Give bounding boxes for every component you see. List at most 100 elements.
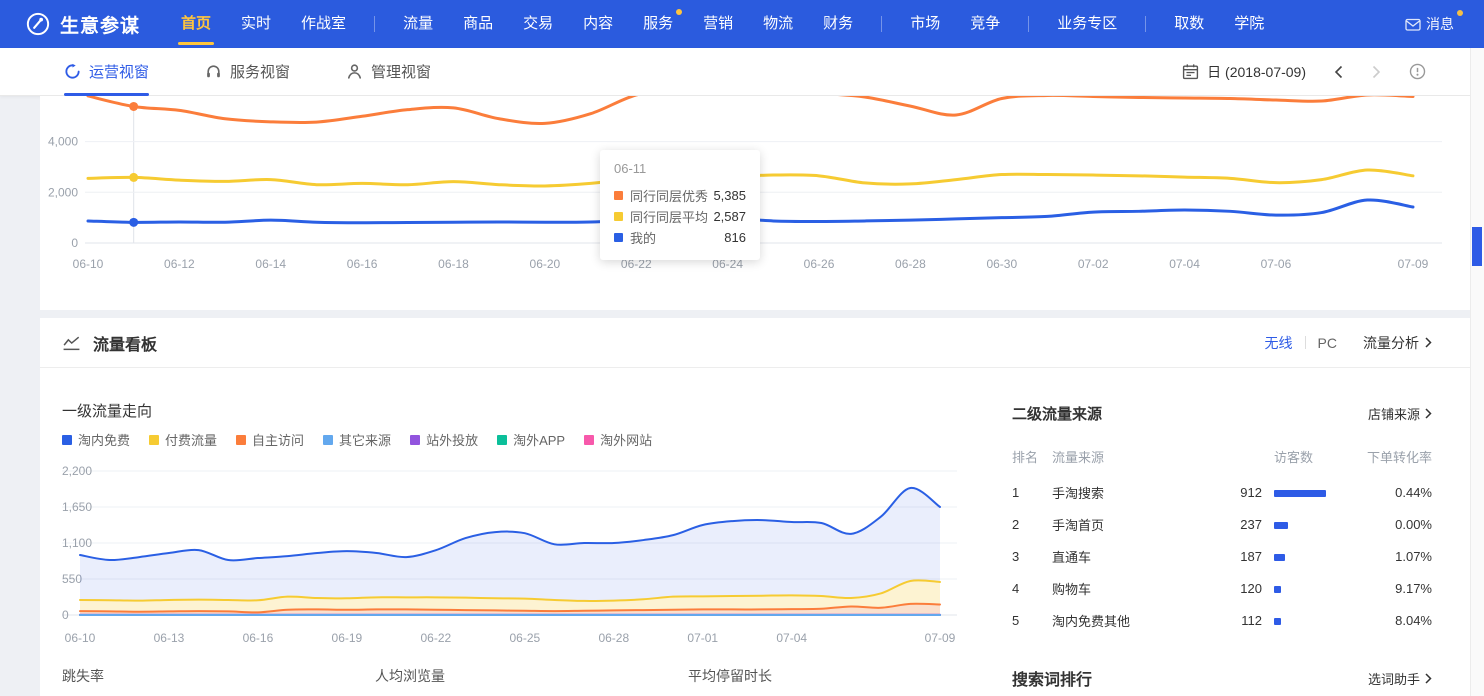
tooltip-row: 同行同层平均 2,587 bbox=[614, 206, 746, 227]
channel-toggle-wireless[interactable]: 无线 bbox=[1265, 333, 1293, 353]
nav-item-market[interactable]: 市场 bbox=[895, 0, 955, 48]
nav-divider bbox=[1028, 16, 1029, 32]
svg-text:07-09: 07-09 bbox=[1398, 257, 1429, 271]
nav-item-service[interactable]: 服务 bbox=[628, 0, 688, 48]
svg-text:06-14: 06-14 bbox=[255, 257, 286, 271]
source-cell: 手淘搜索 bbox=[1052, 483, 1202, 502]
sync-icon bbox=[64, 63, 81, 80]
tab-operation-view[interactable]: 运营视窗 bbox=[64, 48, 149, 96]
col-header-rank: 排名 bbox=[1012, 447, 1052, 466]
nav-item-trade[interactable]: 交易 bbox=[508, 0, 568, 48]
industry-comparison-card: 02,0004,00006-1006-1206-1406-1606-1806-2… bbox=[40, 96, 1470, 310]
scrollbar-track[interactable] bbox=[1470, 48, 1484, 696]
legend-item-external-app[interactable]: 淘外APP bbox=[497, 430, 565, 449]
conversion-cell: 9.17% bbox=[1343, 581, 1432, 596]
scrollbar-thumb[interactable] bbox=[1472, 227, 1482, 266]
legend-item-other-sources[interactable]: 其它来源 bbox=[323, 430, 391, 449]
table-row[interactable]: 2 手淘首页 237 0.00% bbox=[1012, 508, 1432, 540]
svg-text:06-28: 06-28 bbox=[598, 631, 629, 645]
nav-item-data-fetch[interactable]: 取数 bbox=[1159, 0, 1219, 48]
tab-operation-view-label: 运营视窗 bbox=[89, 61, 149, 82]
svg-text:07-06: 07-06 bbox=[1261, 257, 1292, 271]
visitors-bar bbox=[1274, 522, 1288, 529]
col-header-source: 流量来源 bbox=[1052, 447, 1202, 466]
table-row[interactable]: 1 手淘搜索 912 0.44% bbox=[1012, 476, 1432, 508]
legend-item-external-site[interactable]: 淘外网站 bbox=[584, 430, 652, 449]
traffic-sources-table: 1 手淘搜索 912 0.44% 2 手淘首页 237 0.00% 3 直通车 … bbox=[1012, 476, 1432, 636]
legend-label: 站外投放 bbox=[426, 430, 478, 449]
nav-item-finance[interactable]: 财务 bbox=[808, 0, 868, 48]
search-rank-title: 搜索词排行 bbox=[1012, 666, 1092, 690]
tooltip-series-value: 816 bbox=[724, 230, 746, 245]
word-picker-link[interactable]: 选词助手 bbox=[1368, 669, 1432, 688]
nav-item-realtime[interactable]: 实时 bbox=[226, 0, 286, 48]
primary-traffic-title: 一级流量走向 bbox=[62, 400, 152, 421]
series-swatch-excellent bbox=[614, 191, 623, 200]
view-tabbar: 运营视窗 服务视窗 管理视窗 bbox=[0, 48, 1484, 96]
traffic-analysis-link[interactable]: 流量分析 bbox=[1363, 333, 1432, 353]
svg-text:07-09: 07-09 bbox=[925, 631, 956, 645]
nav-item-goods[interactable]: 商品 bbox=[448, 0, 508, 48]
tab-management-view-label: 管理视窗 bbox=[371, 61, 431, 82]
nav-item-home[interactable]: 首页 bbox=[166, 0, 226, 48]
table-row[interactable]: 3 直通车 187 1.07% bbox=[1012, 540, 1432, 572]
table-row[interactable]: 4 购物车 120 9.17% bbox=[1012, 572, 1432, 604]
visitors-cell: 187 bbox=[1202, 549, 1262, 564]
headset-icon bbox=[205, 63, 222, 80]
svg-text:06-28: 06-28 bbox=[895, 257, 926, 271]
nav-divider bbox=[374, 16, 375, 32]
info-icon[interactable] bbox=[1409, 63, 1426, 80]
svg-text:06-10: 06-10 bbox=[65, 631, 96, 645]
table-row[interactable]: 5 淘内免费其他 112 8.04% bbox=[1012, 604, 1432, 636]
brand-logo[interactable]: 生意参谋 bbox=[26, 11, 140, 38]
channel-toggle-pc[interactable]: PC bbox=[1318, 335, 1337, 351]
svg-text:06-18: 06-18 bbox=[438, 257, 469, 271]
nav-item-marketing[interactable]: 营销 bbox=[688, 0, 748, 48]
svg-text:06-13: 06-13 bbox=[154, 631, 185, 645]
legend-label: 淘外网站 bbox=[600, 430, 652, 449]
nav-item-content[interactable]: 内容 bbox=[568, 0, 628, 48]
svg-text:06-30: 06-30 bbox=[986, 257, 1017, 271]
legend-item-taonei-free[interactable]: 淘内免费 bbox=[62, 430, 130, 449]
secondary-traffic-title: 二级流量来源 bbox=[1012, 403, 1102, 424]
nav-item-warroom[interactable]: 作战室 bbox=[286, 0, 361, 48]
tooltip-series-value: 2,587 bbox=[713, 209, 746, 224]
svg-text:550: 550 bbox=[62, 572, 82, 586]
nav-item-academy[interactable]: 学院 bbox=[1219, 0, 1279, 48]
source-cell: 手淘首页 bbox=[1052, 515, 1202, 534]
nav-item-competition[interactable]: 竞争 bbox=[955, 0, 1015, 48]
brand-name: 生意参谋 bbox=[60, 11, 140, 38]
chevron-right-icon bbox=[1425, 408, 1432, 419]
chart-tooltip: 06-11 同行同层优秀 5,385 同行同层平均 2,587 我的 816 bbox=[600, 150, 760, 260]
stat-avg-stay-time: 平均停留时长 17.48秒 bbox=[688, 666, 796, 696]
messages-label: 消息 bbox=[1426, 14, 1454, 34]
messages-button[interactable]: 消息 bbox=[1405, 14, 1454, 34]
tooltip-series-name: 同行同层平均 bbox=[630, 207, 708, 226]
calendar-icon[interactable] bbox=[1182, 63, 1199, 80]
tab-service-view[interactable]: 服务视窗 bbox=[205, 48, 290, 96]
shop-source-link[interactable]: 店铺来源 bbox=[1368, 404, 1432, 423]
source-cell: 淘内免费其他 bbox=[1052, 611, 1202, 630]
tooltip-row: 同行同层优秀 5,385 bbox=[614, 185, 746, 206]
nav-item-traffic[interactable]: 流量 bbox=[388, 0, 448, 48]
legend-item-offsite-ads[interactable]: 站外投放 bbox=[410, 430, 478, 449]
nav-item-logistics[interactable]: 物流 bbox=[748, 0, 808, 48]
date-granularity-value[interactable]: 日 (2018-07-09) bbox=[1207, 62, 1306, 82]
date-controls: 日 (2018-07-09) bbox=[1182, 62, 1484, 82]
conversion-cell: 8.04% bbox=[1343, 613, 1432, 628]
legend-swatch bbox=[149, 435, 159, 445]
conversion-cell: 0.44% bbox=[1343, 485, 1432, 500]
svg-text:06-25: 06-25 bbox=[509, 631, 540, 645]
traffic-trend-chart[interactable]: 05501,1001,6502,20006-1006-1306-1606-190… bbox=[40, 450, 980, 650]
next-date-button[interactable] bbox=[1371, 64, 1382, 80]
svg-text:0: 0 bbox=[71, 236, 78, 250]
legend-swatch bbox=[62, 435, 72, 445]
legend-item-paid-traffic[interactable]: 付费流量 bbox=[149, 430, 217, 449]
rank-cell: 3 bbox=[1012, 549, 1052, 564]
svg-text:06-19: 06-19 bbox=[332, 631, 363, 645]
tooltip-series-name: 我的 bbox=[630, 228, 656, 247]
tab-management-view[interactable]: 管理视窗 bbox=[346, 48, 431, 96]
nav-item-business-zone[interactable]: 业务专区 bbox=[1042, 0, 1132, 48]
legend-item-direct-visit[interactable]: 自主访问 bbox=[236, 430, 304, 449]
prev-date-button[interactable] bbox=[1333, 64, 1344, 80]
